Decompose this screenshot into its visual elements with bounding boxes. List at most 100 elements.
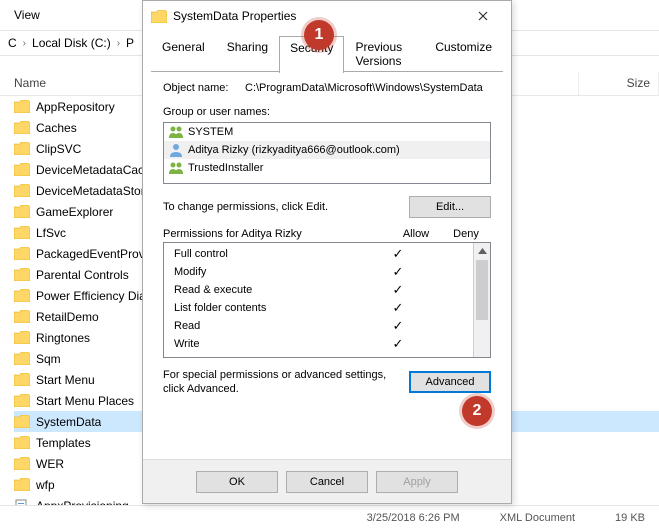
scrollbar[interactable] [473, 243, 490, 357]
object-name-label: Object name: [163, 82, 245, 94]
permission-name: Full control [164, 248, 373, 260]
allow-check-icon: ✓ [373, 246, 423, 262]
file-name: LfSvc [36, 226, 66, 240]
allow-check-icon: ✓ [373, 336, 423, 352]
file-name: DeviceMetadataStore [36, 184, 151, 198]
user-icon [168, 142, 184, 158]
advanced-hint: For special permissions or advanced sett… [163, 368, 399, 397]
file-name: Ringtones [36, 331, 90, 345]
file-name: Start Menu Places [36, 394, 134, 408]
close-button[interactable] [463, 4, 503, 28]
chevron-right-icon: › [115, 38, 122, 49]
status-size: 19 KB [615, 512, 645, 524]
scroll-thumb[interactable] [476, 260, 488, 320]
group-item[interactable]: SYSTEM [164, 123, 490, 141]
group-name: TrustedInstaller [188, 162, 263, 174]
annotation-badge-2: 2 [462, 396, 492, 426]
breadcrumb-part[interactable]: C [6, 36, 19, 50]
file-name: Sqm [36, 352, 61, 366]
breadcrumb-part[interactable]: Local Disk (C:) [30, 36, 113, 50]
view-menu[interactable]: View [14, 8, 40, 22]
folder-icon [14, 394, 30, 407]
file-name: Templates [36, 436, 91, 450]
file-name: DeviceMetadataCache [36, 163, 157, 177]
allow-header: Allow [391, 228, 441, 240]
permissions-list: Full control✓Modify✓Read & execute✓List … [163, 242, 491, 358]
status-type: XML Document [500, 512, 575, 524]
permission-row: List folder contents✓ [164, 299, 473, 317]
group-icon [168, 124, 184, 140]
folder-icon [14, 415, 30, 428]
tab-sharing[interactable]: Sharing [216, 35, 279, 72]
group-item[interactable]: TrustedInstaller [164, 159, 490, 177]
file-name: ClipSVC [36, 142, 81, 156]
folder-icon [14, 184, 30, 197]
permission-row: Read✓ [164, 317, 473, 335]
file-name: AppRepository [36, 100, 115, 114]
deny-header: Deny [441, 228, 491, 240]
edit-hint: To change permissions, click Edit. [163, 201, 409, 213]
group-icon [168, 160, 184, 176]
permissions-label: Permissions for Aditya Rizky [163, 228, 391, 240]
file-name: SystemData [36, 415, 101, 429]
folder-icon [14, 331, 30, 344]
cancel-button[interactable]: Cancel [286, 471, 368, 493]
folder-icon [14, 247, 30, 260]
file-name: GameExplorer [36, 205, 113, 219]
file-name: WER [36, 457, 64, 471]
object-path: C:\ProgramData\Microsoft\Windows\SystemD… [245, 82, 483, 94]
folder-icon [14, 373, 30, 386]
tab-customize[interactable]: Customize [424, 35, 503, 72]
file-name: Caches [36, 121, 77, 135]
status-bar: 3/25/2018 6:26 PM XML Document 19 KB [0, 505, 659, 529]
permission-name: Read & execute [164, 284, 373, 296]
folder-icon [14, 226, 30, 239]
properties-dialog: SystemData Properties GeneralSharingSecu… [142, 0, 512, 504]
folder-icon [14, 436, 30, 449]
annotation-badge-1: 1 [304, 20, 334, 50]
apply-button[interactable]: Apply [376, 471, 458, 493]
ok-button[interactable]: OK [196, 471, 278, 493]
folder-icon [14, 121, 30, 134]
folder-icon [14, 457, 30, 470]
permission-name: Modify [164, 266, 373, 278]
chevron-right-icon: › [21, 38, 28, 49]
folder-icon [14, 163, 30, 176]
group-item[interactable]: Aditya Rizky (rizkyaditya666@outlook.com… [164, 141, 490, 159]
permission-name: Write [164, 338, 373, 350]
folder-icon [151, 10, 167, 23]
file-name: Parental Controls [36, 268, 129, 282]
folder-icon [14, 310, 30, 323]
folder-icon [14, 205, 30, 218]
file-name: PackagedEventProvid [36, 247, 154, 261]
group-name: Aditya Rizky (rizkyaditya666@outlook.com… [188, 144, 400, 156]
folder-icon [14, 478, 30, 491]
permission-row: Full control✓ [164, 245, 473, 263]
breadcrumb-part[interactable]: P [124, 36, 136, 50]
advanced-button[interactable]: Advanced [409, 371, 491, 393]
folder-icon [14, 352, 30, 365]
folder-icon [14, 142, 30, 155]
permission-name: Read [164, 320, 373, 332]
tab-previous-versions[interactable]: Previous Versions [344, 35, 424, 72]
folder-icon [14, 268, 30, 281]
allow-check-icon: ✓ [373, 318, 423, 334]
permission-name: List folder contents [164, 302, 373, 314]
groups-label: Group or user names: [163, 106, 491, 118]
file-name: RetailDemo [36, 310, 99, 324]
folder-icon [14, 289, 30, 302]
allow-check-icon: ✓ [373, 264, 423, 280]
folder-icon [14, 100, 30, 113]
permission-row: Write✓ [164, 335, 473, 353]
edit-button[interactable]: Edit... [409, 196, 491, 218]
group-user-list[interactable]: SYSTEM Aditya Rizky (rizkyaditya666@outlo… [163, 122, 491, 184]
tab-general[interactable]: General [151, 35, 216, 72]
file-name: Start Menu [36, 373, 95, 387]
status-date: 3/25/2018 6:26 PM [367, 512, 460, 524]
header-size[interactable]: Size [579, 72, 659, 95]
file-name: Power Efficiency Diag [36, 289, 153, 303]
permission-row: Modify✓ [164, 263, 473, 281]
group-name: SYSTEM [188, 126, 233, 138]
tab-security-body: Object name: C:\ProgramData\Microsoft\Wi… [151, 72, 503, 451]
permission-row: Read & execute✓ [164, 281, 473, 299]
